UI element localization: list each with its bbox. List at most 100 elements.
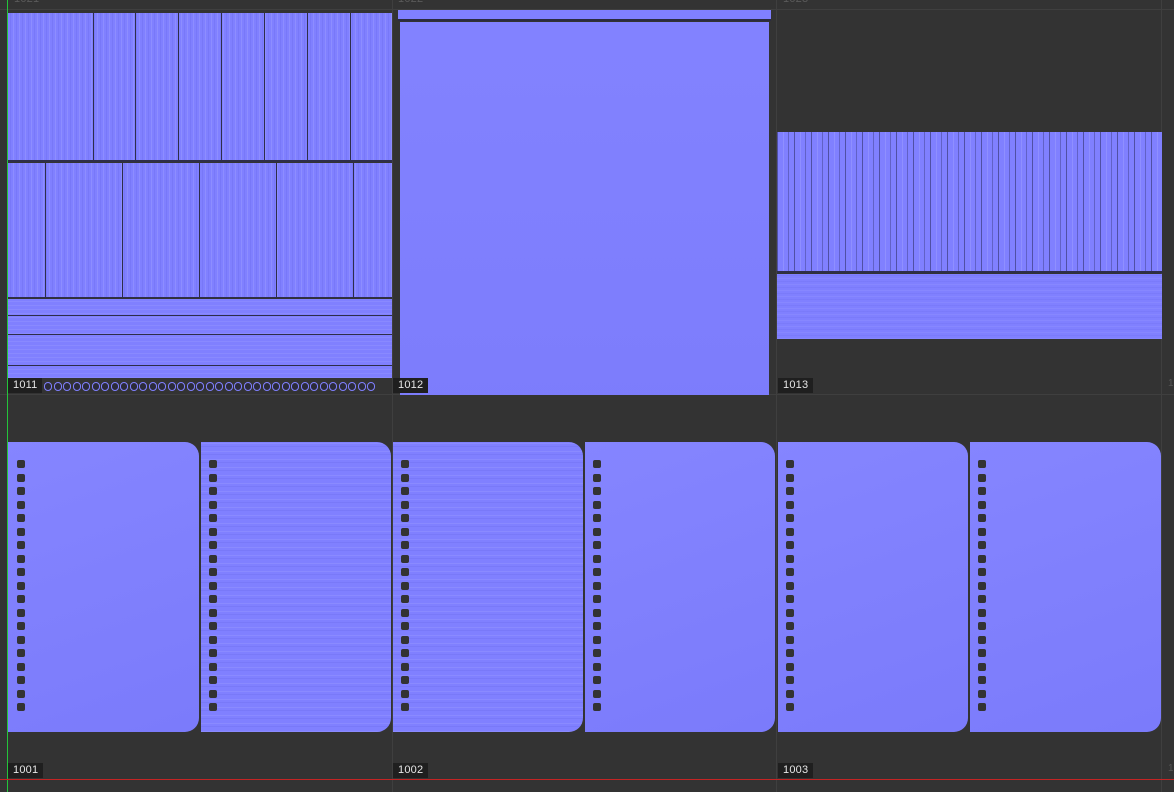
punch-hole [786, 487, 794, 495]
chain-ring [253, 382, 261, 391]
chain-ring [357, 382, 366, 391]
punch-hole [17, 473, 25, 482]
punch-holes [209, 460, 218, 717]
punch-hole [401, 689, 409, 698]
punch-hole [17, 581, 25, 590]
punch-hole [17, 595, 25, 603]
punch-hole [786, 527, 794, 536]
tile-label-1022: 1022 [393, 0, 428, 7]
punch-holes [17, 460, 26, 717]
tile-label-1013[interactable]: 1013 [778, 378, 814, 393]
punch-hole [17, 662, 25, 671]
texture-1011-planks-top[interactable] [7, 13, 392, 161]
card-1001b[interactable] [201, 442, 391, 732]
punch-hole [593, 581, 601, 590]
punch-holes [401, 460, 410, 717]
punch-hole [401, 514, 409, 522]
punch-hole [209, 554, 217, 563]
punch-hole [209, 608, 217, 617]
plank-seam [135, 13, 136, 161]
card-1002b[interactable] [585, 442, 775, 732]
punch-hole [401, 622, 409, 630]
texture-1013-slats[interactable] [777, 132, 1162, 271]
punch-hole [978, 635, 986, 644]
plank-seam [122, 163, 123, 297]
punch-hole [209, 635, 217, 644]
punch-hole [593, 689, 601, 698]
chain-ring [319, 382, 328, 391]
chain-ring [338, 382, 347, 391]
texture-1012-strip[interactable] [398, 10, 771, 19]
punch-hole [786, 541, 794, 549]
punch-hole [978, 622, 986, 630]
punch-hole [17, 514, 25, 522]
punch-hole [17, 622, 25, 630]
punch-hole [17, 608, 25, 617]
chain-ring [300, 382, 309, 391]
punch-hole [401, 568, 409, 576]
punch-hole [978, 662, 986, 671]
tile-label-1001[interactable]: 1001 [8, 763, 44, 778]
punch-hole [209, 568, 217, 576]
tile-label-1003[interactable]: 1003 [778, 763, 814, 778]
punch-hole [978, 649, 986, 657]
plank-seam [350, 13, 351, 161]
chain-ring [72, 382, 81, 391]
punch-hole [401, 595, 409, 603]
chain-ring [224, 382, 233, 391]
punch-hole [209, 487, 217, 495]
punch-hole [593, 676, 601, 684]
chain-ring [91, 382, 100, 391]
chain-ring [234, 382, 242, 391]
punch-hole [786, 703, 794, 711]
punch-hole [209, 595, 217, 603]
chain-ring [291, 382, 299, 391]
punch-hole [593, 635, 601, 644]
chain-ring [82, 382, 90, 391]
chain-ring [215, 382, 223, 391]
punch-hole [17, 676, 25, 684]
punch-hole [978, 487, 986, 495]
punch-hole [209, 662, 217, 671]
punch-hole [593, 703, 601, 711]
card-1003b[interactable] [970, 442, 1161, 732]
punch-hole [209, 500, 217, 509]
punch-holes [978, 460, 987, 717]
card-1002a[interactable] [393, 442, 583, 732]
chain-ring [44, 382, 52, 391]
punch-hole [786, 460, 794, 468]
tile-label-1012[interactable]: 1012 [393, 378, 429, 393]
punch-hole [401, 635, 409, 644]
chain-ring [101, 382, 109, 391]
punch-hole [593, 541, 601, 549]
tile-label-1002[interactable]: 1002 [393, 763, 429, 778]
plank-seam [307, 13, 308, 161]
punch-hole [17, 689, 25, 698]
plank-seam [264, 13, 265, 161]
punch-hole [17, 703, 25, 711]
seam [7, 315, 392, 316]
punch-hole [17, 541, 25, 549]
card-1003a[interactable] [778, 442, 968, 732]
chain-ring [148, 382, 157, 391]
punch-hole [401, 500, 409, 509]
punch-hole [978, 541, 986, 549]
uv-tile-viewport[interactable]: 1021 1022 1023 1011 1012 1013 [0, 0, 1174, 792]
punch-hole [786, 568, 794, 576]
texture-1012-panel[interactable] [400, 22, 769, 395]
punch-hole [978, 703, 986, 711]
punch-hole [209, 473, 217, 482]
texture-1013-base[interactable] [777, 274, 1162, 339]
plank-seam [45, 163, 46, 297]
punch-hole [401, 541, 409, 549]
card-1001a[interactable] [8, 442, 199, 732]
punch-hole [593, 649, 601, 657]
punch-hole [593, 622, 601, 630]
punch-hole [786, 622, 794, 630]
tile-label-1011[interactable]: 1011 [8, 378, 43, 393]
chain-ring [243, 382, 252, 391]
punch-hole [978, 595, 986, 603]
punch-hole [978, 527, 986, 536]
texture-1011-trim[interactable] [7, 299, 392, 378]
edge-tile-number: 1 [1168, 378, 1174, 389]
